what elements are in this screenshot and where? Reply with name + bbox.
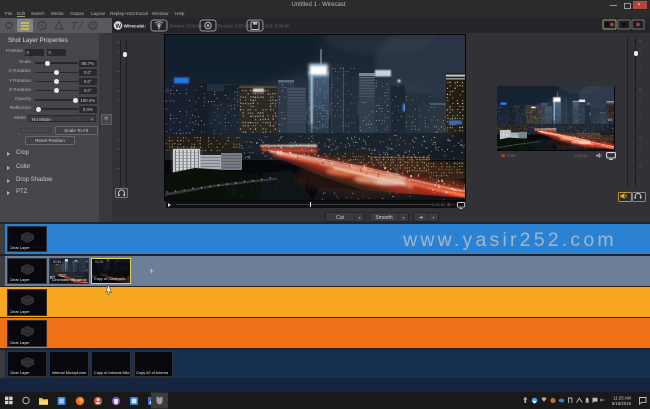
svg-text:ISO: 0:00:00: ISO: 0:00:00 <box>265 23 291 28</box>
svg-text:Stream: 0:00:00: Stream: 0:00:00 <box>170 23 203 28</box>
svg-text:11:25 AM: 11:25 AM <box>613 395 631 400</box>
svg-text:W: W <box>115 23 121 30</box>
svg-text:Pro: Pro <box>139 24 147 30</box>
svg-text:T: T <box>71 21 78 32</box>
svg-text:Record: 0:00:00: Record: 0:00:00 <box>218 23 251 28</box>
svg-text:5/18/2019: 5/18/2019 <box>612 401 632 406</box>
